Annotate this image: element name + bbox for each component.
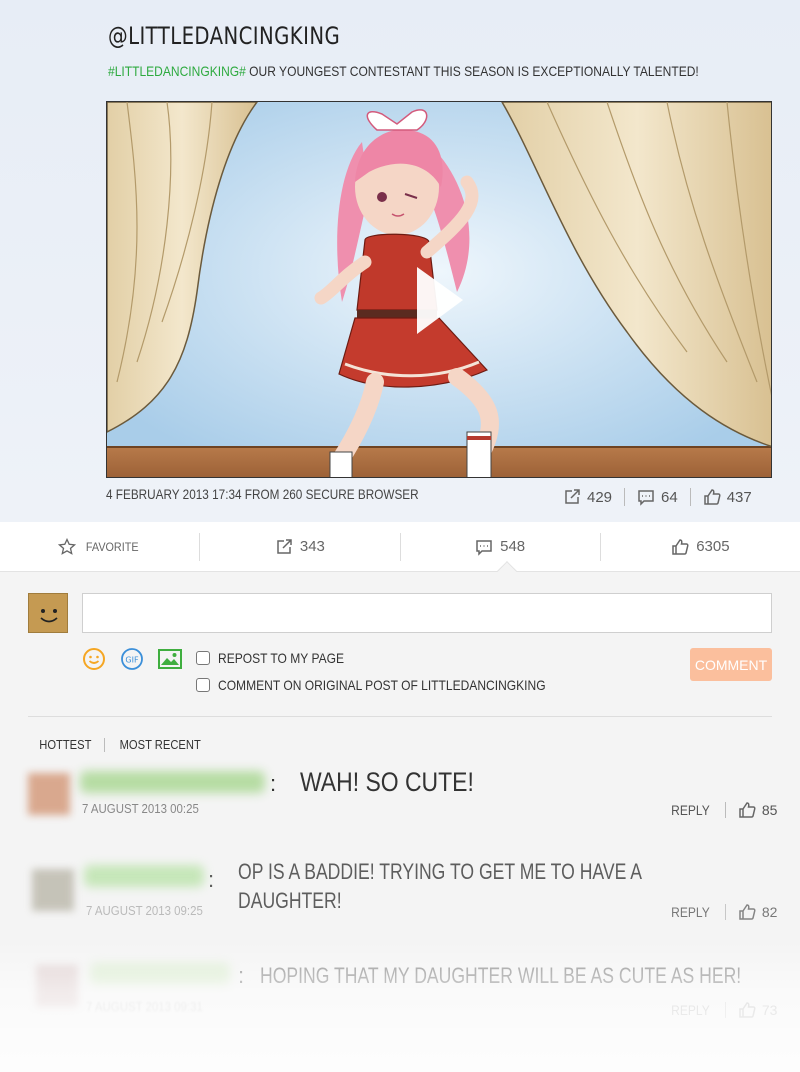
svg-text:GIF: GIF <box>125 656 139 665</box>
comment-button-tab[interactable]: 548 <box>401 532 601 561</box>
favorite-label: FAVORITE <box>85 539 139 554</box>
comment-timestamp: 7 AUGUST 2013 09:25 <box>86 903 203 918</box>
post-like-stat[interactable]: 437 <box>703 488 752 506</box>
post-hashtag[interactable]: #LITTLEDANCINGKING# <box>108 63 246 79</box>
video-thumbnail <box>107 102 771 477</box>
current-user-avatar[interactable] <box>28 593 68 633</box>
favorite-button[interactable]: FAVORITE <box>0 532 201 561</box>
comment-input[interactable] <box>82 593 772 633</box>
avatar[interactable] <box>28 773 70 815</box>
thumbs-up-icon <box>671 538 689 556</box>
reply-button[interactable]: REPLY <box>671 1002 710 1018</box>
post-comment-stat[interactable]: 64 <box>637 488 678 506</box>
like-button[interactable]: 6305 <box>601 533 800 561</box>
comment-like-count: 82 <box>761 904 778 920</box>
smiley-icon[interactable] <box>82 647 106 676</box>
comment-item: : HOPING THAT MY DAUGHTER WILL BE AS CUT… <box>0 955 800 1025</box>
post-repost-stat[interactable]: 429 <box>563 488 612 506</box>
thumbs-up-icon <box>738 801 756 819</box>
post-card: @LITTLEDANCINGKING #LITTLEDANCINGKING# O… <box>0 0 800 522</box>
repost-count: 343 <box>299 538 325 555</box>
comment-like-button[interactable]: 82 <box>738 903 778 921</box>
reply-button[interactable]: REPLY <box>671 802 710 818</box>
comment-author[interactable] <box>90 963 230 985</box>
post-username[interactable]: @LITTLEDANCINGKING <box>108 22 340 50</box>
post-comment-count: 64 <box>661 488 678 506</box>
comment-text-line2: DAUGHTER! <box>238 888 342 913</box>
comment-count: 548 <box>500 538 526 555</box>
comment-timestamp: 7 AUGUST 2013 09:31 <box>86 999 203 1014</box>
comment-like-button[interactable]: 85 <box>738 801 778 819</box>
comment-sort-tabs: HOTTEST MOST RECENT <box>35 737 207 752</box>
post-timestamp: 4 FEBRUARY 2013 17:34 FROM 260 SECURE BR… <box>106 486 419 502</box>
comment-like-count: 73 <box>761 1002 778 1018</box>
repost-icon <box>275 538 293 556</box>
post-text: #LITTLEDANCINGKING# OUR YOUNGEST CONTEST… <box>108 63 699 79</box>
comment-author[interactable] <box>84 865 204 887</box>
repost-checkbox-label: REPOST TO MY PAGE <box>218 650 345 666</box>
image-icon[interactable] <box>157 647 183 676</box>
reply-button[interactable]: REPLY <box>671 904 710 920</box>
comment-item: : OP IS A BADDIE! TRYING TO GET ME TO HA… <box>0 855 800 935</box>
comment-text: HOPING THAT MY DAUGHTER WILL BE AS CUTE … <box>260 963 742 988</box>
comment-original-checkbox-row[interactable]: COMMENT ON ORIGINAL POST OF LITTLEDANCIN… <box>196 677 599 693</box>
comment-icon <box>637 488 655 506</box>
post-stats: 429 64 437 <box>563 485 752 509</box>
like-count: 6305 <box>696 538 730 555</box>
repost-icon <box>563 488 581 506</box>
star-icon <box>57 537 76 556</box>
comment-original-checkbox[interactable] <box>196 678 210 692</box>
thumbs-up-icon <box>738 1001 756 1019</box>
comment-like-button[interactable]: 73 <box>738 1001 778 1019</box>
comment-text: OP IS A BADDIE! TRYING TO GET ME TO HAVE… <box>238 859 642 884</box>
comment-icon <box>475 538 493 556</box>
avatar[interactable] <box>36 965 78 1007</box>
tab-most-recent[interactable]: MOST RECENT <box>119 737 200 752</box>
comment-like-count: 85 <box>761 802 778 818</box>
avatar[interactable] <box>32 869 74 911</box>
comment-author[interactable] <box>80 771 265 793</box>
comment-actions: REPLY 73 <box>668 1001 777 1019</box>
post-repost-count: 429 <box>587 488 613 506</box>
divider <box>28 716 772 717</box>
repost-checkbox[interactable] <box>196 651 210 665</box>
repost-checkbox-row[interactable]: REPOST TO MY PAGE <box>196 650 365 666</box>
comment-text: WAH! SO CUTE! <box>300 767 474 797</box>
post-action-bar: FAVORITE 343 548 6305 <box>0 522 800 572</box>
comment-timestamp: 7 AUGUST 2013 00:25 <box>82 801 199 816</box>
gif-icon[interactable]: GIF <box>120 647 144 676</box>
video-player[interactable] <box>106 101 772 478</box>
post-body: OUR YOUNGEST CONTESTANT THIS SEASON IS E… <box>245 63 699 79</box>
thumbs-up-icon <box>738 903 756 921</box>
comment-submit-button[interactable]: COMMENT <box>690 648 772 681</box>
repost-button[interactable]: 343 <box>200 532 401 561</box>
comment-original-checkbox-label: COMMENT ON ORIGINAL POST OF LITTLEDANCIN… <box>218 677 546 693</box>
tab-hottest[interactable]: HOTTEST <box>39 737 91 752</box>
comment-actions: REPLY 85 <box>668 801 777 819</box>
comment-item: : WAH! SO CUTE! 7 AUGUST 2013 00:25 REPL… <box>0 765 800 835</box>
comment-actions: REPLY 82 <box>668 903 777 921</box>
thumbs-up-icon <box>703 488 721 506</box>
post-like-count: 437 <box>726 488 752 506</box>
